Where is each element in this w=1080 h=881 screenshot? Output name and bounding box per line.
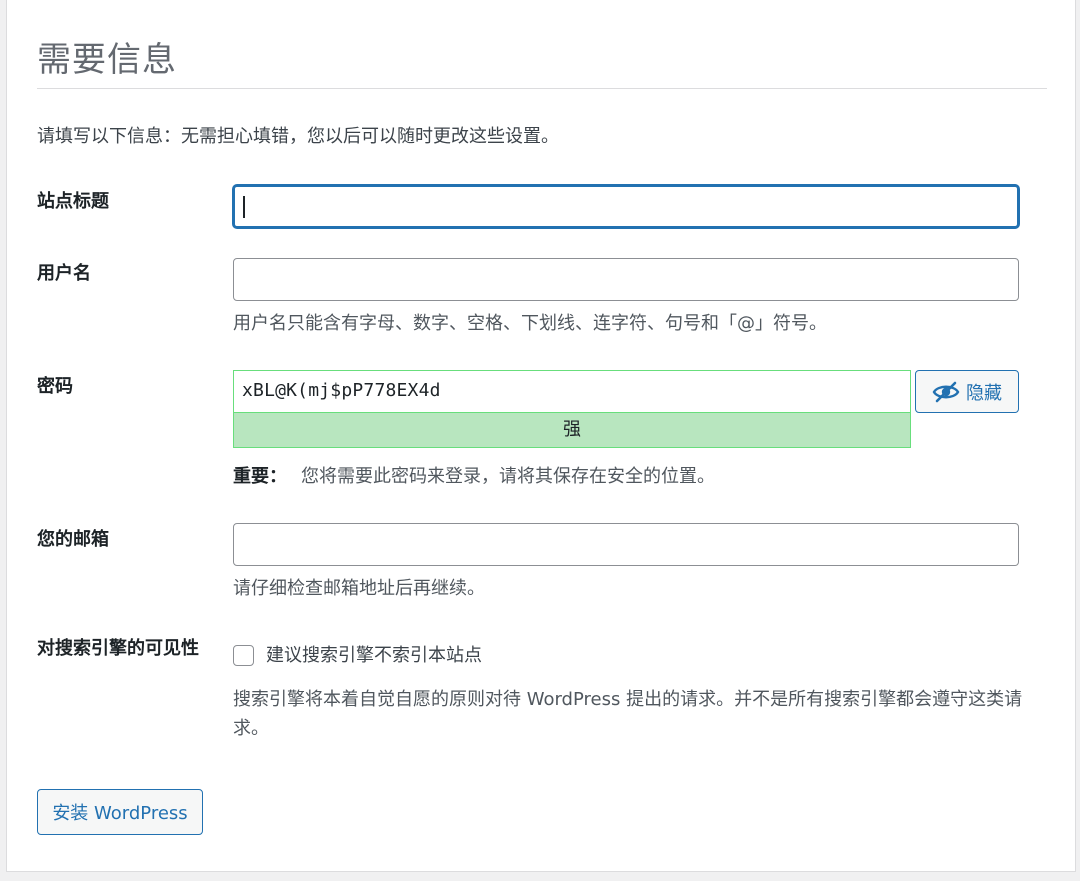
password-label: 密码 bbox=[37, 376, 73, 397]
email-hint: 请仔细检查邮箱地址后再继续。 bbox=[233, 578, 485, 599]
site-title-input[interactable] bbox=[233, 185, 1019, 228]
search-visibility-hint: 搜索引擎将本着自觉自愿的原则对待 WordPress 提出的请求。并不是所有搜索… bbox=[233, 689, 1023, 739]
site-title-label: 站点标题 bbox=[37, 191, 109, 212]
hide-password-label: 隐藏 bbox=[966, 382, 1002, 404]
password-important-note: 重要： 您将需要此密码来登录，请将其保存在安全的位置。 bbox=[233, 462, 715, 491]
password-input[interactable]: xBL@K(mj$pP778EX4d bbox=[233, 370, 911, 412]
email-label: 您的邮箱 bbox=[37, 529, 109, 550]
eye-slash-icon bbox=[932, 381, 960, 402]
password-strength-meter: 强 bbox=[233, 412, 911, 448]
important-text: 您将需要此密码来登录，请将其保存在安全的位置。 bbox=[301, 466, 715, 487]
title-divider bbox=[37, 88, 1047, 89]
text-caret bbox=[243, 196, 245, 218]
discourage-search-checkbox[interactable] bbox=[233, 645, 254, 666]
username-input[interactable] bbox=[233, 258, 1019, 301]
username-hint: 用户名只能含有字母、数字、空格、下划线、连字符、句号和「@」符号。 bbox=[233, 313, 827, 334]
discourage-search-label[interactable]: 建议搜索引擎不索引本站点 bbox=[266, 641, 482, 670]
email-input[interactable] bbox=[233, 523, 1019, 566]
search-visibility-label: 对搜索引擎的可见性 bbox=[37, 638, 199, 659]
install-wordpress-button[interactable]: 安装 WordPress bbox=[37, 789, 203, 835]
hide-password-button[interactable]: 隐藏 bbox=[915, 370, 1019, 413]
important-label: 重要： bbox=[233, 466, 287, 487]
intro-text: 请填写以下信息：无需担心填错，您以后可以随时更改这些设置。 bbox=[37, 126, 559, 147]
username-label: 用户名 bbox=[37, 263, 91, 284]
install-form-card: 需要信息 请填写以下信息：无需担心填错，您以后可以随时更改这些设置。 站点标题 … bbox=[6, 0, 1076, 872]
page-title: 需要信息 bbox=[37, 40, 177, 80]
